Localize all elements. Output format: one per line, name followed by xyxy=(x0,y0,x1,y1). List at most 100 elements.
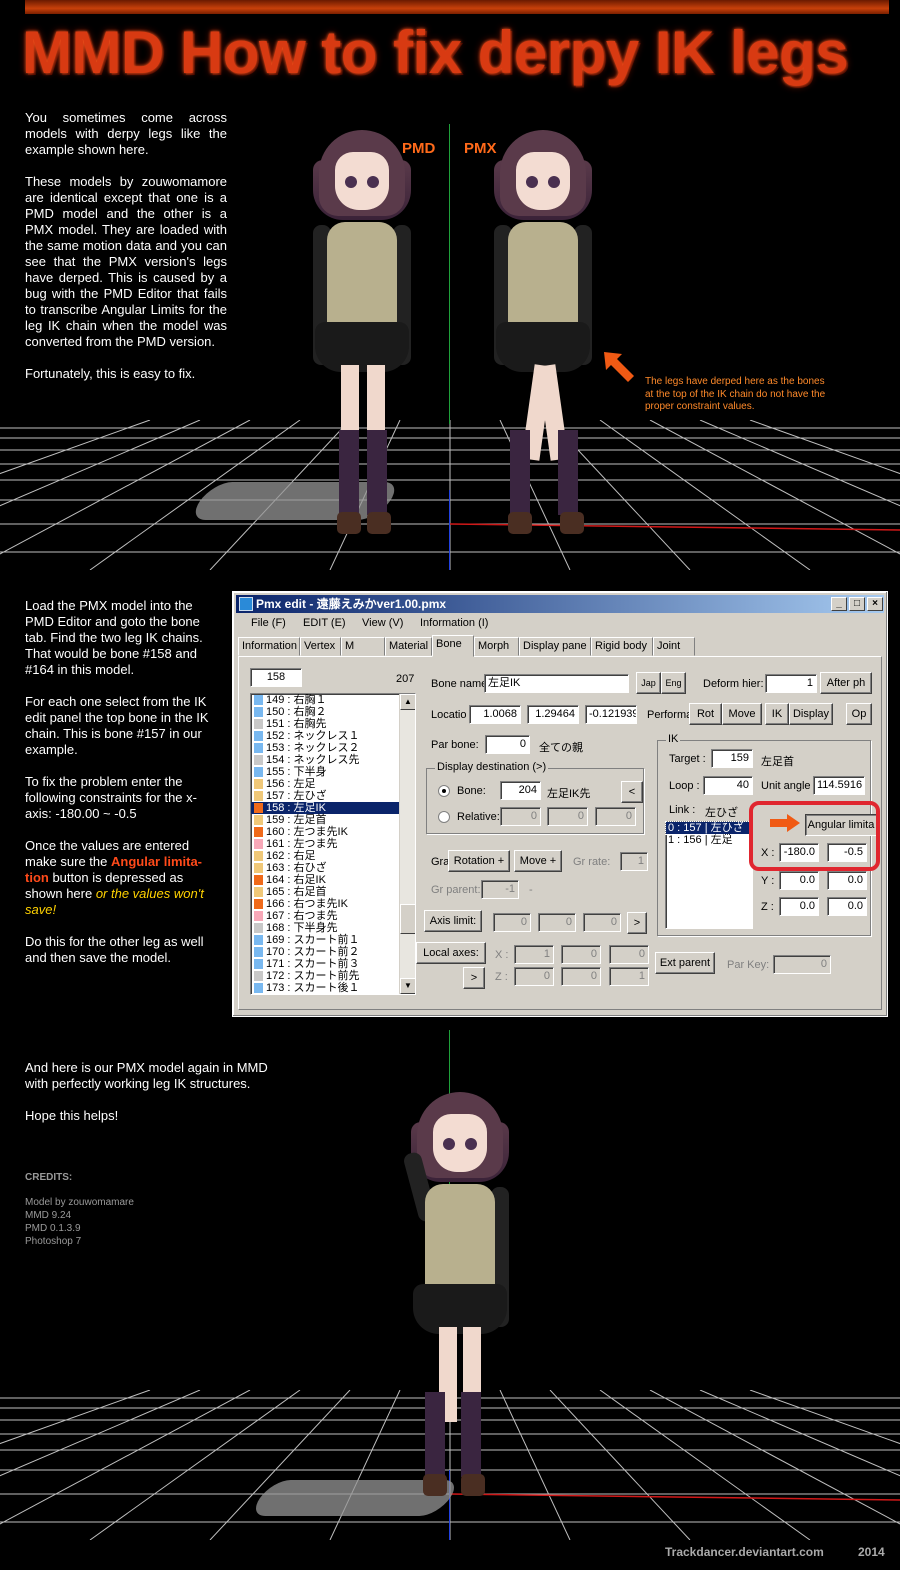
character-fixed xyxy=(402,1092,515,1512)
close-icon[interactable]: × xyxy=(867,597,883,611)
local-axes-button[interactable]: Local axes: xyxy=(416,942,486,964)
bone-list-item[interactable]: 164 : 右足IK xyxy=(251,874,415,886)
display-button[interactable]: Display xyxy=(789,703,833,725)
eng-button[interactable]: Eng xyxy=(661,672,686,694)
display-bone-field[interactable]: 204 xyxy=(500,781,541,800)
bone-list-item[interactable]: 155 : 下半身 xyxy=(251,766,415,778)
vertical-scrollbar[interactable]: ▲ ▼ xyxy=(399,694,415,994)
step-paragraph-2: For each one select from the IK edit pan… xyxy=(25,694,209,757)
axis-next-button[interactable]: > xyxy=(627,912,647,934)
bone-list-item[interactable]: 168 : 下半身先 xyxy=(251,922,415,934)
menu-edit[interactable]: EDIT (E) xyxy=(303,617,346,629)
back-button[interactable]: < xyxy=(621,781,643,803)
tab-rigid-body[interactable]: Rigid body xyxy=(591,637,653,656)
rotation-plus-button[interactable]: Rotation + xyxy=(448,850,510,872)
tab-m[interactable]: M xyxy=(341,637,385,656)
tab-display-pane[interactable]: Display pane xyxy=(519,637,591,656)
local-axes-next-button[interactable]: > xyxy=(463,967,485,989)
tab-bone[interactable]: Bone xyxy=(432,635,474,657)
par-key-field[interactable]: 0 xyxy=(773,955,831,974)
gr-rate-field[interactable]: 1 xyxy=(620,852,648,871)
menu-file[interactable]: File (F) xyxy=(251,617,286,629)
bone-list-item[interactable]: 161 : 左つま先 xyxy=(251,838,415,850)
bone-list-item[interactable]: 152 : ネックレス１ xyxy=(251,730,415,742)
ik-link-list[interactable]: 0 : 157 | 左ひざ 1 : 156 | 左足 xyxy=(665,821,753,929)
ik-loop-field[interactable]: 40 xyxy=(703,776,753,795)
bone-list-item[interactable]: 173 : スカート後１ xyxy=(251,982,415,994)
axis-limit-x-field[interactable]: 0 xyxy=(493,913,531,932)
bone-list-item[interactable]: 156 : 左足 xyxy=(251,778,415,790)
tab-information[interactable]: Information xyxy=(238,637,300,656)
move-button[interactable]: Move xyxy=(722,703,762,725)
axis-limit-y-field[interactable]: 0 xyxy=(538,913,576,932)
ik-button[interactable]: IK xyxy=(765,703,789,725)
title-bar-decoration xyxy=(25,0,889,14)
bone-list-item[interactable]: 158 : 左足IK xyxy=(251,802,415,814)
bone-index-field[interactable]: 158 xyxy=(250,668,302,687)
tab-joint[interactable]: Joint xyxy=(653,637,695,656)
gr-parent-field[interactable]: -1 xyxy=(481,880,519,899)
bone-list-item[interactable]: 150 : 右胸２ xyxy=(251,706,415,718)
local-z2-field[interactable]: 0 xyxy=(561,967,601,986)
bone-list-item[interactable]: 157 : 左ひざ xyxy=(251,790,415,802)
bone-list-item[interactable]: 160 : 左つま先IK xyxy=(251,826,415,838)
par-bone-field[interactable]: 0 xyxy=(485,735,530,754)
location-x-field[interactable]: 1.0068 xyxy=(469,705,521,724)
bone-list-item[interactable]: 166 : 右つま先IK xyxy=(251,898,415,910)
menu-information[interactable]: Information (I) xyxy=(420,617,488,629)
minimize-icon[interactable]: _ xyxy=(831,597,847,611)
relative-y-field[interactable]: 0 xyxy=(547,807,588,826)
angle-y-min-field[interactable]: 0.0 xyxy=(779,871,819,890)
bone-list-item[interactable]: 162 : 右足 xyxy=(251,850,415,862)
tab-morph[interactable]: Morph xyxy=(474,637,519,656)
relative-radio[interactable] xyxy=(438,811,450,823)
bone-list-item[interactable]: 151 : 右胸先 xyxy=(251,718,415,730)
scroll-thumb[interactable] xyxy=(400,904,415,934)
op-button[interactable]: Op xyxy=(846,703,872,725)
ik-link-item[interactable]: 1 : 156 | 左足 xyxy=(666,834,752,846)
bone-list-item[interactable]: 172 : スカート前先 xyxy=(251,970,415,982)
ext-parent-button[interactable]: Ext parent xyxy=(655,952,715,974)
ik-target-field[interactable]: 159 xyxy=(711,749,753,768)
bone-list-item[interactable]: 171 : スカート前３ xyxy=(251,958,415,970)
tab-material[interactable]: Material xyxy=(385,637,432,656)
angle-z-max-field[interactable]: 0.0 xyxy=(827,897,867,916)
jap-button[interactable]: Jap xyxy=(636,672,661,694)
local-x2-field[interactable]: 0 xyxy=(561,945,601,964)
bone-list-item[interactable]: 170 : スカート前２ xyxy=(251,946,415,958)
move-plus-button[interactable]: Move + xyxy=(514,850,562,872)
local-x1-field[interactable]: 1 xyxy=(514,945,554,964)
bone-radio[interactable] xyxy=(438,785,450,797)
location-z-field[interactable]: -0.121939 xyxy=(585,705,637,724)
deform-hier-field[interactable]: 1 xyxy=(765,674,817,693)
local-z1-field[interactable]: 0 xyxy=(514,967,554,986)
bone-list[interactable]: 149 : 右胸１ 150 : 右胸２ 151 : 右胸先 152 : ネックレス１ 1… xyxy=(250,693,416,995)
bone-list-item[interactable]: 149 : 右胸１ xyxy=(251,694,415,706)
tab-vertex[interactable]: Vertex xyxy=(300,637,341,656)
axis-limit-button[interactable]: Axis limit: xyxy=(424,910,482,932)
local-z3-field[interactable]: 1 xyxy=(609,967,649,986)
menu-view[interactable]: View (V) xyxy=(362,617,403,629)
rot-button[interactable]: Rot xyxy=(689,703,722,725)
location-y-field[interactable]: 1.29464 xyxy=(527,705,579,724)
bone-list-item[interactable]: 153 : ネックレス２ xyxy=(251,742,415,754)
scroll-up-icon[interactable]: ▲ xyxy=(400,694,415,710)
bone-list-item[interactable]: 167 : 右つま先 xyxy=(251,910,415,922)
after-ph-button[interactable]: After ph xyxy=(820,672,872,694)
scroll-down-icon[interactable]: ▼ xyxy=(400,978,415,994)
relative-z-field[interactable]: 0 xyxy=(595,807,636,826)
bone-list-item[interactable]: 159 : 左足首 xyxy=(251,814,415,826)
ik-link-item[interactable]: 0 : 157 | 左ひざ xyxy=(665,821,753,835)
axis-limit-z-field[interactable]: 0 xyxy=(583,913,621,932)
bone-name-field[interactable]: 左足IK xyxy=(484,674,629,693)
angle-z-min-field[interactable]: 0.0 xyxy=(779,897,819,916)
bone-list-item[interactable]: 154 : ネックレス先 xyxy=(251,754,415,766)
relative-x-field[interactable]: 0 xyxy=(500,807,541,826)
bone-list-item[interactable]: 165 : 右足首 xyxy=(251,886,415,898)
bone-list-item[interactable]: 169 : スカート前１ xyxy=(251,934,415,946)
unit-angle-field[interactable]: 114.5916 xyxy=(813,776,865,795)
local-x3-field[interactable]: 0 xyxy=(609,945,649,964)
maximize-icon[interactable]: □ xyxy=(849,597,865,611)
bone-list-item[interactable]: 163 : 右ひざ xyxy=(251,862,415,874)
angle-y-max-field[interactable]: 0.0 xyxy=(827,871,867,890)
